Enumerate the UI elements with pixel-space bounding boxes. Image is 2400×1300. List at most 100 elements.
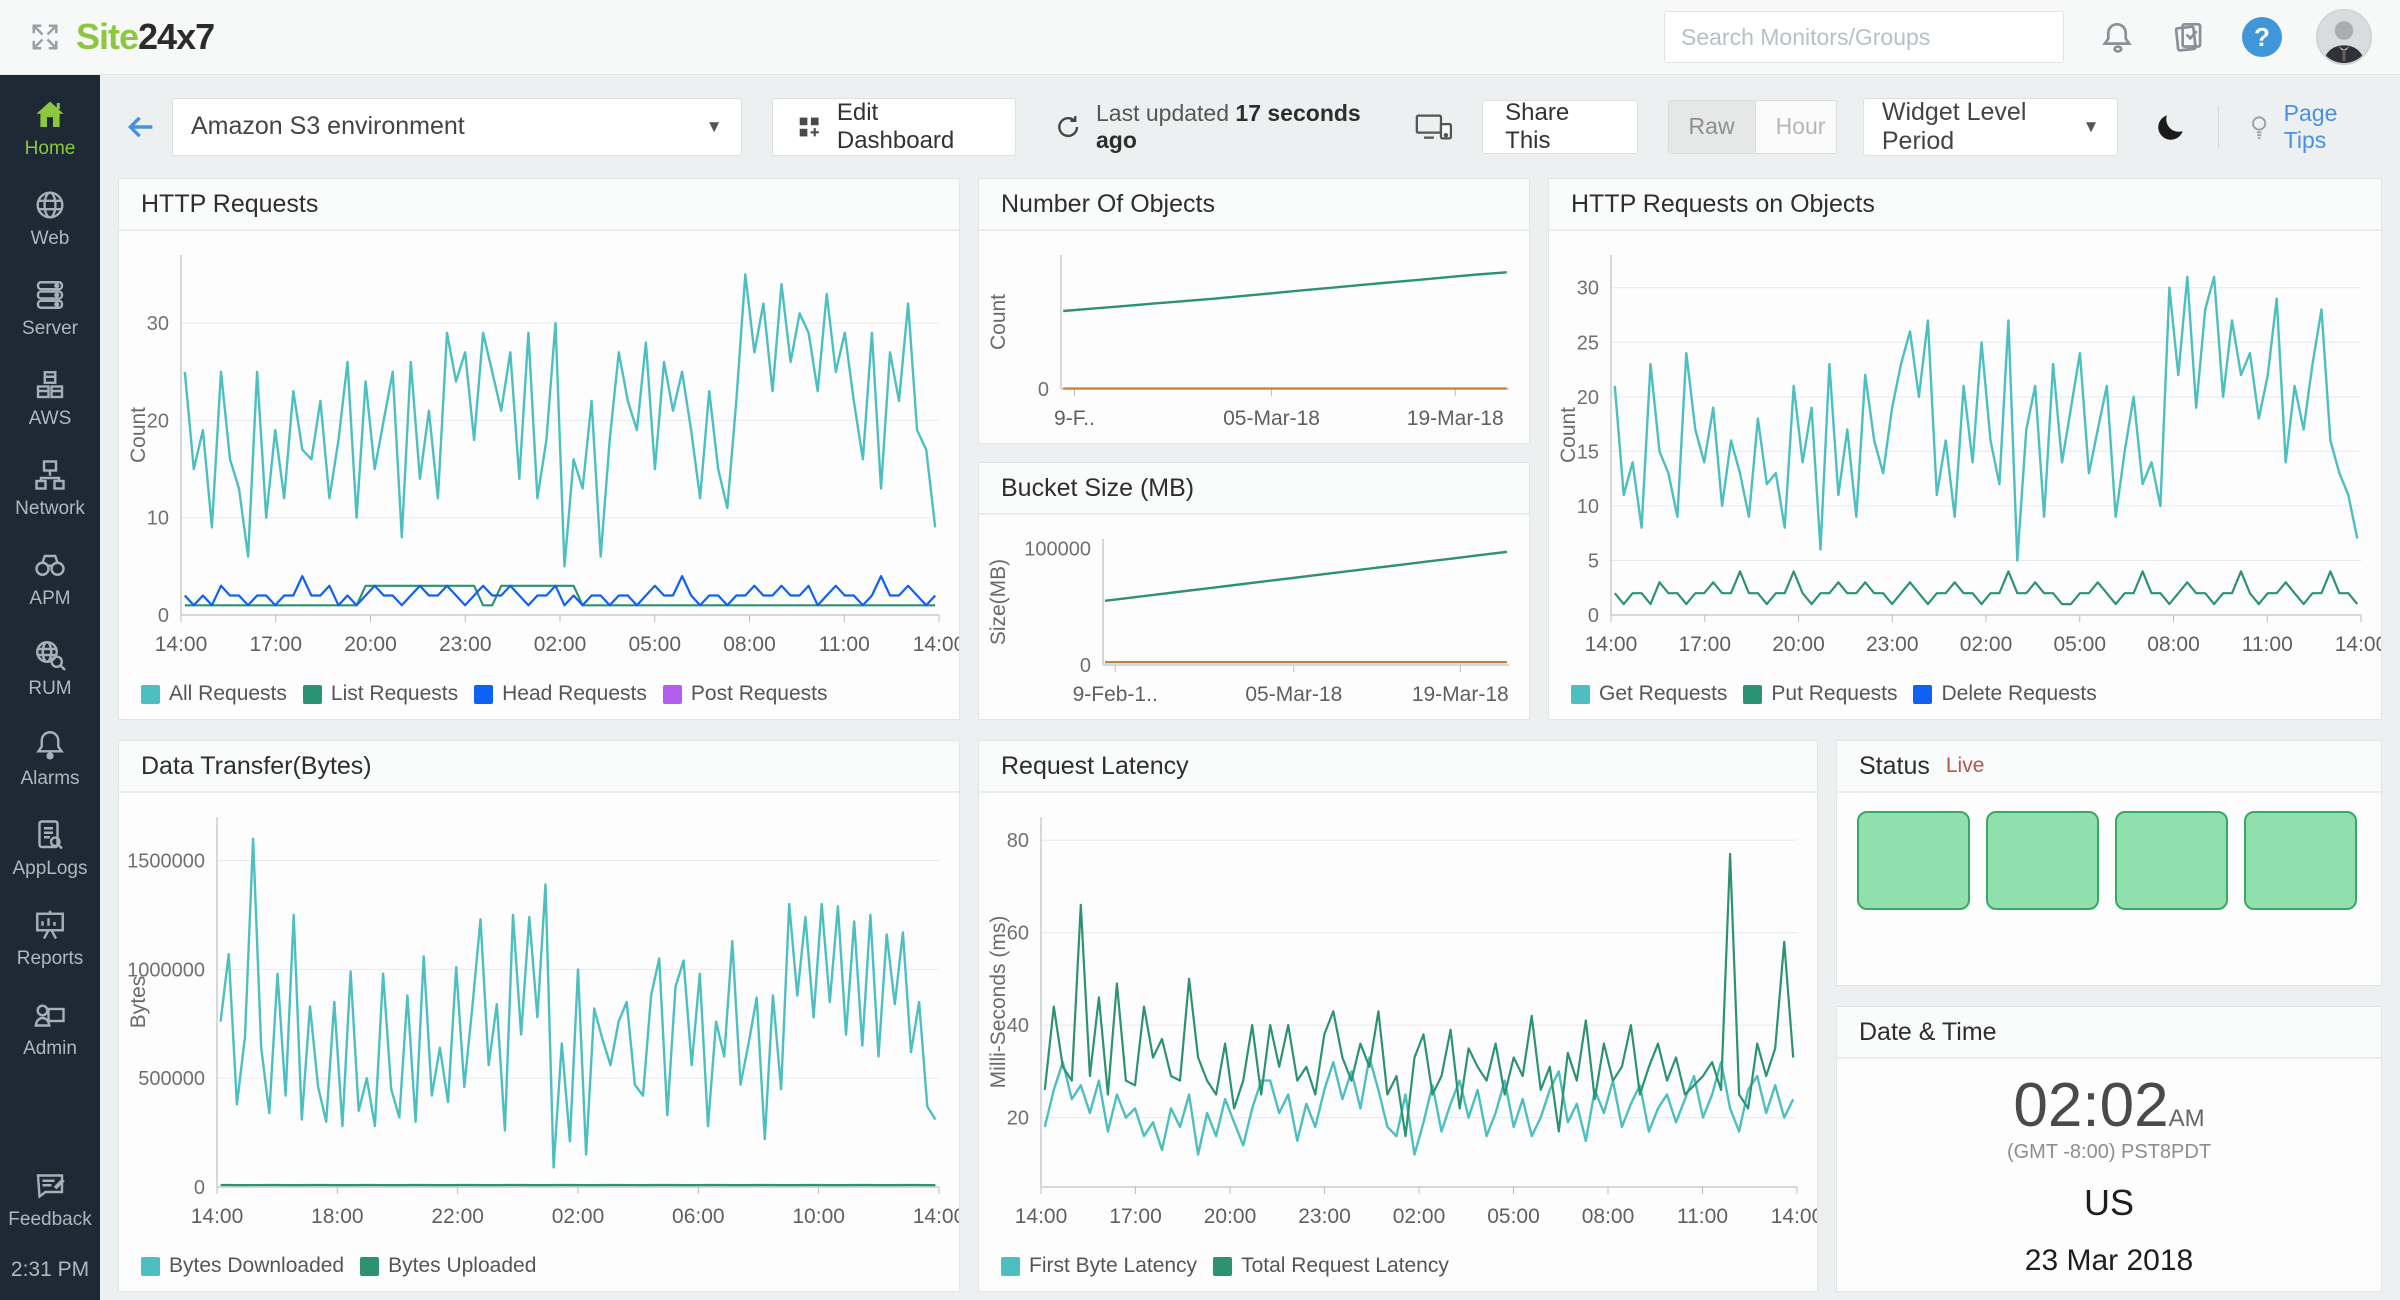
- sidebar-item-server[interactable]: Server: [22, 277, 78, 340]
- status-tile-up[interactable]: [2115, 811, 2228, 910]
- widget-level-period-dropdown[interactable]: Widget Level Period ▼: [1863, 98, 2119, 156]
- site24x7-logo: Site24x7: [76, 16, 214, 58]
- sidebar-item-reports[interactable]: Reports: [17, 907, 84, 970]
- sidebar-item-admin[interactable]: Admin: [23, 997, 77, 1060]
- sidebar-item-alarms[interactable]: Alarms: [20, 727, 79, 790]
- widget-level-period-value: Widget Level Period: [1882, 98, 2083, 156]
- edit-dashboard-label: Edit Dashboard: [837, 99, 993, 155]
- panel-request-latency: Request Latency 2040608014:0017:0020:002…: [978, 740, 1818, 1292]
- sidebar-item-aws[interactable]: AWS: [29, 367, 72, 430]
- monitor-group-value: Amazon S3 environment: [191, 112, 465, 141]
- panel-title: HTTP Requests on Objects: [1571, 190, 1875, 219]
- expand-icon[interactable]: [30, 22, 60, 52]
- chevron-down-icon: ▼: [706, 117, 723, 137]
- devices-icon[interactable]: [1414, 109, 1454, 145]
- share-this-button[interactable]: Share This: [1482, 100, 1637, 154]
- sidebar-item-rum[interactable]: RUM: [28, 637, 71, 700]
- svg-text:05-Mar-18: 05-Mar-18: [1223, 407, 1320, 430]
- status-tile-up[interactable]: [1986, 811, 2099, 910]
- search-input[interactable]: [1664, 11, 2064, 63]
- svg-text:08:00: 08:00: [2147, 633, 2200, 656]
- edit-dashboard-button[interactable]: Edit Dashboard: [772, 98, 1016, 156]
- svg-text:20:00: 20:00: [344, 633, 397, 656]
- panel-header: Bucket Size (MB): [979, 463, 1529, 515]
- sidebar-item-apm[interactable]: APM: [29, 547, 70, 610]
- tasks-icon[interactable]: [2170, 18, 2208, 56]
- legend-item[interactable]: Get Requests: [1571, 682, 1727, 706]
- legend-item[interactable]: Bytes Uploaded: [360, 1254, 536, 1278]
- sidebar-nav: Home Web Server AWS Network APM: [0, 75, 100, 1300]
- user-avatar[interactable]: [2316, 9, 2372, 65]
- svg-text:1500000: 1500000: [127, 851, 205, 873]
- svg-text:11:00: 11:00: [819, 633, 870, 656]
- request-latency-chart: 2040608014:0017:0020:0023:0002:0005:0008…: [979, 793, 1817, 1241]
- svg-text:30: 30: [147, 313, 169, 335]
- legend-item[interactable]: Post Requests: [663, 682, 828, 706]
- sidebar-item-home[interactable]: Home: [25, 97, 76, 160]
- web-globe-icon: [32, 187, 68, 223]
- svg-text:9-Feb-1..: 9-Feb-1..: [1073, 683, 1158, 706]
- help-icon[interactable]: ?: [2242, 17, 2282, 57]
- chevron-down-icon: ▼: [2083, 117, 2100, 137]
- legend-item[interactable]: Put Requests: [1743, 682, 1897, 706]
- admin-icon: [32, 997, 68, 1033]
- refresh-icon[interactable]: [1054, 112, 1082, 142]
- panel-header: Status Live: [1837, 741, 2381, 793]
- svg-text:20:00: 20:00: [1204, 1205, 1257, 1228]
- top-bar: Site24x7 ?: [0, 0, 2400, 75]
- svg-text:23:00: 23:00: [439, 633, 492, 656]
- header-divider: [2218, 106, 2219, 148]
- panel-header: Date & Time: [1837, 1007, 2381, 1059]
- region-label: US: [2084, 1182, 2134, 1224]
- svg-text:08:00: 08:00: [723, 633, 776, 656]
- sidebar-item-label: Alarms: [20, 768, 79, 790]
- legend-item[interactable]: Total Request Latency: [1213, 1254, 1449, 1278]
- page-tips-label: Page Tips: [2284, 100, 2380, 154]
- panel-title: Bucket Size (MB): [1001, 474, 1194, 503]
- sidebar-item-label: Reports: [17, 948, 84, 970]
- legend-item[interactable]: Delete Requests: [1913, 682, 2096, 706]
- legend-swatch: [1743, 685, 1762, 704]
- timezone-label: (GMT -8:00) PST8PDT: [2007, 1141, 2211, 1164]
- svg-text:25: 25: [1577, 332, 1599, 354]
- legend-item[interactable]: First Byte Latency: [1001, 1254, 1197, 1278]
- toggle-hour[interactable]: Hour: [1756, 101, 1837, 153]
- http-requests-on-objects-chart: 05101520253014:0017:0020:0023:0002:0005:…: [1549, 231, 2381, 669]
- sidebar-item-web[interactable]: Web: [31, 187, 70, 250]
- legend-label: Bytes Downloaded: [169, 1254, 344, 1278]
- legend-item[interactable]: Bytes Downloaded: [141, 1254, 344, 1278]
- sidebar-item-applogs[interactable]: AppLogs: [12, 817, 87, 880]
- dark-mode-moon-icon[interactable]: [2154, 109, 2188, 145]
- legend-label: List Requests: [331, 682, 458, 706]
- legend-item[interactable]: All Requests: [141, 682, 287, 706]
- svg-text:14:00: 14:00: [2335, 633, 2381, 656]
- legend-label: Head Requests: [502, 682, 647, 706]
- back-arrow-icon[interactable]: [124, 110, 158, 144]
- chart-legend: First Byte Latency Total Request Latency: [979, 1241, 1817, 1291]
- svg-text:20: 20: [1577, 387, 1599, 409]
- svg-text:0: 0: [158, 605, 169, 627]
- status-tile-up[interactable]: [1857, 811, 1970, 910]
- bucket-size-chart: 01000009-Feb-1..05-Mar-1819-Mar-18Size(M…: [979, 515, 1529, 719]
- legend-label: All Requests: [169, 682, 287, 706]
- svg-text:0: 0: [1080, 655, 1091, 677]
- svg-text:19-Mar-18: 19-Mar-18: [1412, 683, 1509, 706]
- status-tile-up[interactable]: [2244, 811, 2357, 910]
- legend-item[interactable]: Head Requests: [474, 682, 647, 706]
- svg-text:5: 5: [1588, 550, 1599, 572]
- panel-http-requests: HTTP Requests 010203014:0017:0020:0023:0…: [118, 178, 960, 720]
- data-transfer-chart: 05000001000000150000014:0018:0022:0002:0…: [119, 793, 959, 1241]
- sidebar-item-feedback[interactable]: Feedback: [8, 1168, 91, 1231]
- notifications-bell-icon[interactable]: [2098, 18, 2136, 56]
- toggle-raw[interactable]: Raw: [1669, 101, 1756, 153]
- legend-item[interactable]: List Requests: [303, 682, 458, 706]
- date-label: 23 Mar 2018: [2025, 1244, 2193, 1278]
- page-tips-link[interactable]: Page Tips: [2245, 100, 2380, 154]
- svg-text:17:00: 17:00: [249, 633, 302, 656]
- legend-label: Total Request Latency: [1241, 1254, 1449, 1278]
- monitor-group-dropdown[interactable]: Amazon S3 environment ▼: [172, 98, 742, 156]
- sidebar-item-network[interactable]: Network: [15, 457, 85, 520]
- sidebar-item-label: AWS: [29, 408, 72, 430]
- edit-dashboard-grid-icon: [795, 112, 823, 142]
- legend-swatch: [141, 1257, 160, 1276]
